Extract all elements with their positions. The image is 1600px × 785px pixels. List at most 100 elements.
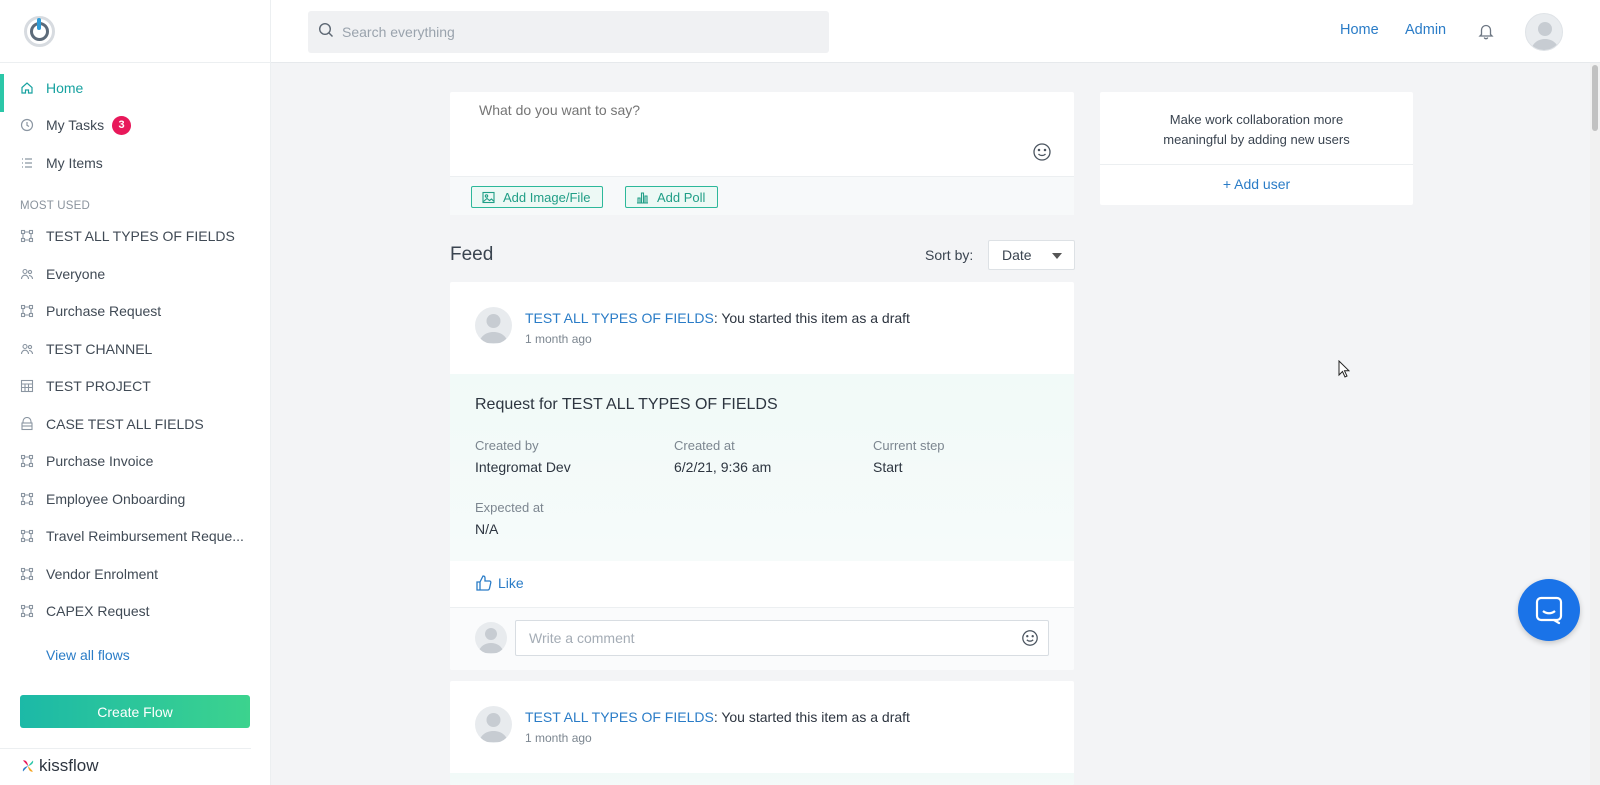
page-scrollbar[interactable] [1590,63,1600,785]
brand-footer: kissflow [0,748,251,782]
flow-item[interactable]: TEST CHANNEL [0,330,270,368]
nav-label: My Items [46,154,103,171]
nav-item-my-tasks[interactable]: My Tasks 3 [0,107,270,145]
nav-label: Home [46,79,84,96]
add-poll-label: Add Poll [657,189,706,205]
composer-actions: Add Image/File Add Poll [450,176,1074,215]
post-composer: Add Image/File Add Poll [450,92,1074,215]
request-title: Request for TEST ALL TYPES OF FIELDS [475,396,778,413]
add-user-link[interactable]: + Add user [1100,176,1413,192]
add-image-file-button[interactable]: Add Image/File [471,186,604,208]
thumbs-up-icon [476,575,492,591]
nav-label: My Tasks [46,117,105,134]
mouse-cursor-icon [1338,359,1351,383]
sort-label: Sort by: [925,247,974,263]
most-used-heading: MOST USED [20,199,90,212]
chat-launcher-button[interactable] [1518,579,1580,641]
kissflow-logo-icon [20,758,36,774]
flow-label: TEST ALL TYPES OF FIELDS [46,228,235,245]
poll-icon [637,191,648,204]
header-admin-link[interactable]: Admin [1405,22,1446,38]
flow-icon [20,304,34,318]
post-input[interactable] [479,102,1019,118]
home-icon [20,81,34,95]
flow-item[interactable]: Everyone [0,255,270,293]
request-summary [450,773,1074,785]
search-input[interactable] [342,24,822,40]
post-header: TEST ALL TYPES OF FIELDS: You started th… [450,282,1074,374]
image-icon [482,191,495,203]
flow-item[interactable]: Purchase Request [0,293,270,331]
like-button[interactable]: Like [475,574,524,592]
comment-box [450,608,1074,670]
bell-icon[interactable] [1477,22,1495,40]
divider [1100,164,1413,165]
comment-avatar [475,622,507,654]
flow-item[interactable]: Employee Onboarding [0,480,270,518]
flow-label: TEST PROJECT [46,378,151,395]
emoji-icon[interactable] [1032,142,1052,162]
flow-item[interactable]: Vendor Enrolment [0,555,270,593]
sort-dropdown[interactable]: Date [988,240,1075,270]
invite-users-card: Make work collaboration more meaningful … [1100,92,1413,205]
created-by-value: Integromat Dev [475,459,571,475]
current-step-label: Current step [873,438,945,453]
request-summary[interactable]: Request for TEST ALL TYPES OF FIELDS Cre… [450,374,1074,561]
current-step-value: Start [873,459,903,475]
flow-label: Travel Reimbursement Reque... [46,528,244,545]
flow-list: TEST ALL TYPES OF FIELDS Everyone Purcha… [0,218,270,631]
flow-icon [20,567,34,581]
flow-icon [20,529,34,543]
people-icon [20,342,34,356]
post-message: : You started this item as a draft [713,709,910,725]
nav-item-my-items[interactable]: My Items [0,144,270,182]
expected-at-label: Expected at [475,500,544,515]
nav-item-home[interactable]: Home [0,69,270,112]
flow-label: Purchase Invoice [46,453,154,470]
flow-label: CAPEX Request [46,603,150,620]
flow-item[interactable]: TEST ALL TYPES OF FIELDS [0,218,270,256]
expected-at-value: N/A [475,521,499,537]
post-flow-link[interactable]: TEST ALL TYPES OF FIELDS [525,310,714,326]
app-logo[interactable] [24,15,55,47]
clock-icon [20,118,34,132]
post-timestamp: 1 month ago [525,332,592,346]
user-avatar[interactable] [1525,13,1563,51]
chat-icon [1535,596,1563,625]
flow-item[interactable]: Travel Reimbursement Reque... [0,518,270,556]
post-flow-link[interactable]: TEST ALL TYPES OF FIELDS [525,709,714,725]
invite-message: Make work collaboration more meaningful … [1163,112,1350,147]
case-icon [20,416,34,431]
created-by-label: Created by [475,438,539,453]
post-avatar [475,307,512,344]
create-flow-button[interactable]: Create Flow [20,695,250,728]
add-image-label: Add Image/File [503,189,591,205]
emoji-icon[interactable] [1021,629,1039,647]
flow-item[interactable]: CASE TEST ALL FIELDS [0,405,270,443]
flow-item[interactable]: Purchase Invoice [0,443,270,481]
header-home-link[interactable]: Home [1340,22,1379,38]
search-bar[interactable] [308,11,829,53]
post-timestamp: 1 month ago [525,731,592,745]
people-icon [20,267,34,281]
post-activity: TEST ALL TYPES OF FIELDS: You started th… [525,709,910,725]
view-all-flows-link[interactable]: View all flows [0,636,270,674]
feed-title: Feed [450,244,494,265]
comment-input[interactable] [515,620,1049,656]
board-icon [20,379,34,393]
sidebar: Home My Tasks 3 My Items MOST USED TEST … [0,0,271,785]
flow-item[interactable]: TEST PROJECT [0,368,270,406]
main-nav: Home My Tasks 3 My Items [0,63,270,182]
sort-value: Date [1002,247,1032,263]
flow-icon [20,229,34,243]
post-activity: TEST ALL TYPES OF FIELDS: You started th… [525,310,910,326]
flow-item[interactable]: CAPEX Request [0,593,270,631]
caret-down-icon [1052,253,1062,259]
flow-icon [20,604,34,618]
feed-post: TEST ALL TYPES OF FIELDS: You started th… [450,681,1074,785]
like-label: Like [498,575,524,591]
scrollbar-thumb[interactable] [1592,65,1598,131]
add-poll-button[interactable]: Add Poll [625,186,719,208]
brand-name: kissflow [39,755,99,775]
flow-label: TEST CHANNEL [46,340,153,357]
